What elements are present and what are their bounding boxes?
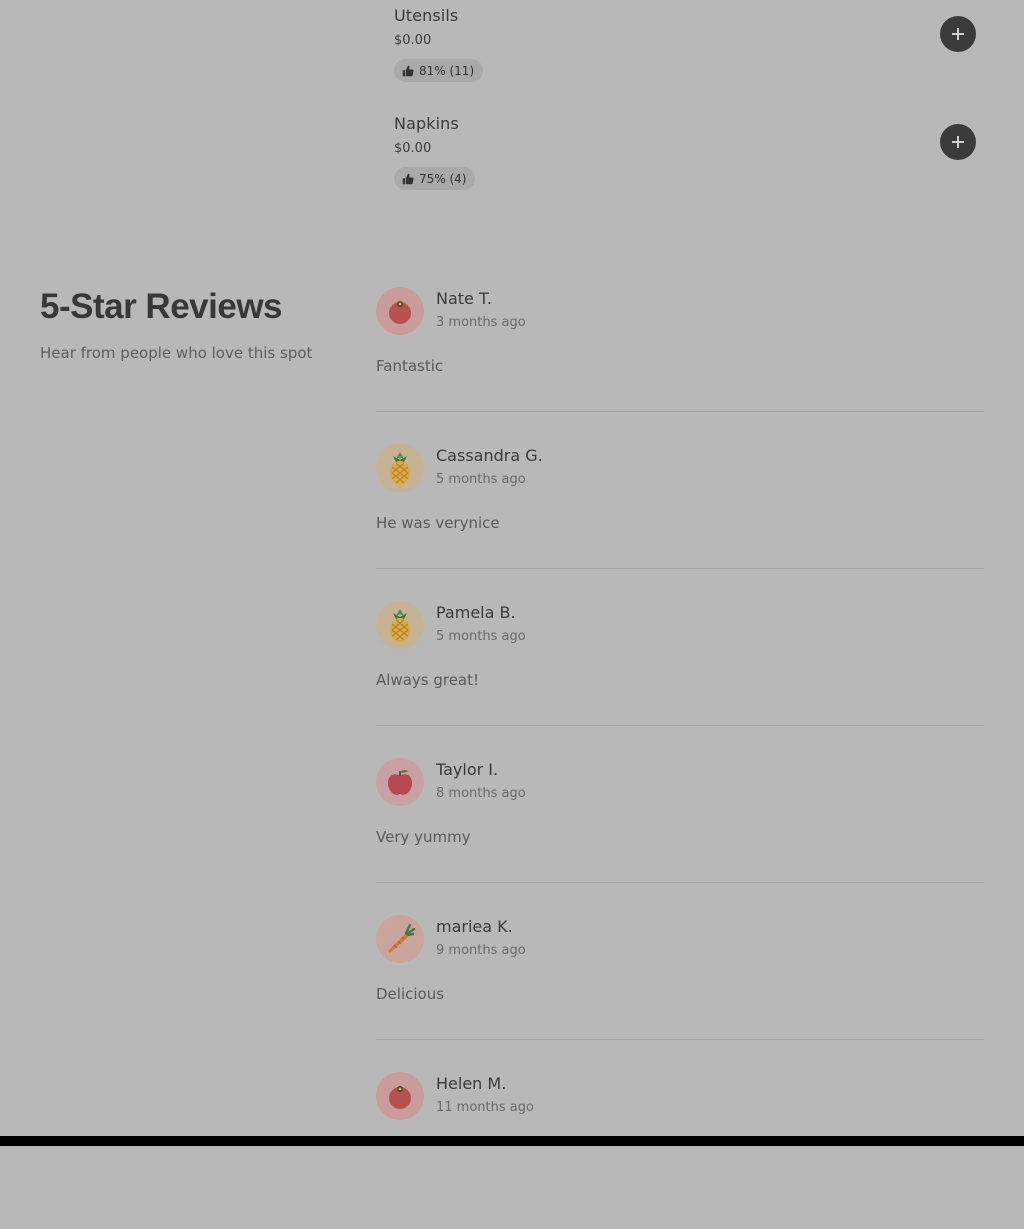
add-item-button[interactable]: [940, 124, 976, 160]
plus-icon: [952, 28, 964, 40]
review-text: Very yummy: [376, 828, 471, 846]
rating-text: 81% (11): [419, 63, 475, 78]
review-date: 8 months ago: [436, 786, 526, 801]
rating-text: 75% (4): [419, 171, 467, 186]
pineapple-icon: [390, 609, 410, 642]
reviews-title: 5-Star Reviews: [40, 287, 283, 326]
divider: [376, 411, 984, 412]
reviewer-name: Pamela B.: [436, 603, 516, 622]
avatar: [376, 758, 424, 806]
avatar: [376, 601, 424, 649]
divider: [376, 725, 984, 726]
review-card: Pamela B. 5 months ago Always great!: [376, 601, 984, 758]
bottom-bar: [0, 1136, 1024, 1146]
item-name: Napkins: [394, 114, 459, 133]
thumbs-up-icon: [402, 173, 414, 184]
add-item-button[interactable]: [940, 16, 976, 52]
divider: [376, 882, 984, 883]
review-text: Delicious: [376, 985, 445, 1003]
divider: [376, 568, 984, 569]
review-card: Helen M. 11 months ago: [376, 1072, 984, 1229]
pineapple-icon: [390, 452, 410, 485]
reviewer-name: Taylor I.: [436, 760, 499, 779]
review-date: 9 months ago: [436, 943, 526, 958]
item-price: $0.00: [394, 33, 432, 48]
review-text: Always great!: [376, 671, 480, 689]
review-card: Nate T. 3 months ago Fantastic: [376, 287, 984, 444]
avatar: [376, 287, 424, 335]
reviewer-name: Nate T.: [436, 289, 492, 308]
carrot-icon: [388, 923, 416, 953]
page: Utensils $0.00 81% (11) Napkins $0.00 75…: [0, 0, 1024, 1146]
avatar: [376, 444, 424, 492]
reviewer-name: Helen M.: [436, 1074, 507, 1093]
item-name: Utensils: [394, 6, 459, 25]
menu-item[interactable]: Napkins $0.00 75% (4): [394, 108, 976, 198]
item-price: $0.00: [394, 141, 432, 156]
reviewer-name: Cassandra G.: [436, 446, 543, 465]
reviews-subtitle: Hear from people who love this spot: [40, 344, 313, 362]
apple-icon: [388, 770, 412, 795]
review-card: Taylor I. 8 months ago Very yummy: [376, 758, 984, 915]
review-text: Fantastic: [376, 357, 444, 375]
divider: [376, 1039, 984, 1040]
review-date: 5 months ago: [436, 629, 526, 644]
avatar: [376, 915, 424, 963]
tomato-icon: [389, 1086, 411, 1109]
review-card: Cassandra G. 5 months ago He was verynic…: [376, 444, 984, 601]
rating-badge: 81% (11): [394, 59, 484, 82]
thumbs-up-icon: [402, 65, 414, 76]
tomato-icon: [389, 301, 411, 324]
plus-icon: [952, 136, 964, 148]
rating-badge: 75% (4): [394, 167, 476, 190]
review-date: 5 months ago: [436, 472, 526, 487]
review-date: 3 months ago: [436, 315, 526, 330]
menu-item[interactable]: Utensils $0.00 81% (11): [394, 0, 976, 90]
review-date: 11 months ago: [436, 1100, 534, 1115]
review-card: mariea K. 9 months ago Delicious: [376, 915, 984, 1072]
reviewer-name: mariea K.: [436, 917, 513, 936]
review-text: He was verynice: [376, 514, 500, 532]
avatar: [376, 1072, 424, 1120]
